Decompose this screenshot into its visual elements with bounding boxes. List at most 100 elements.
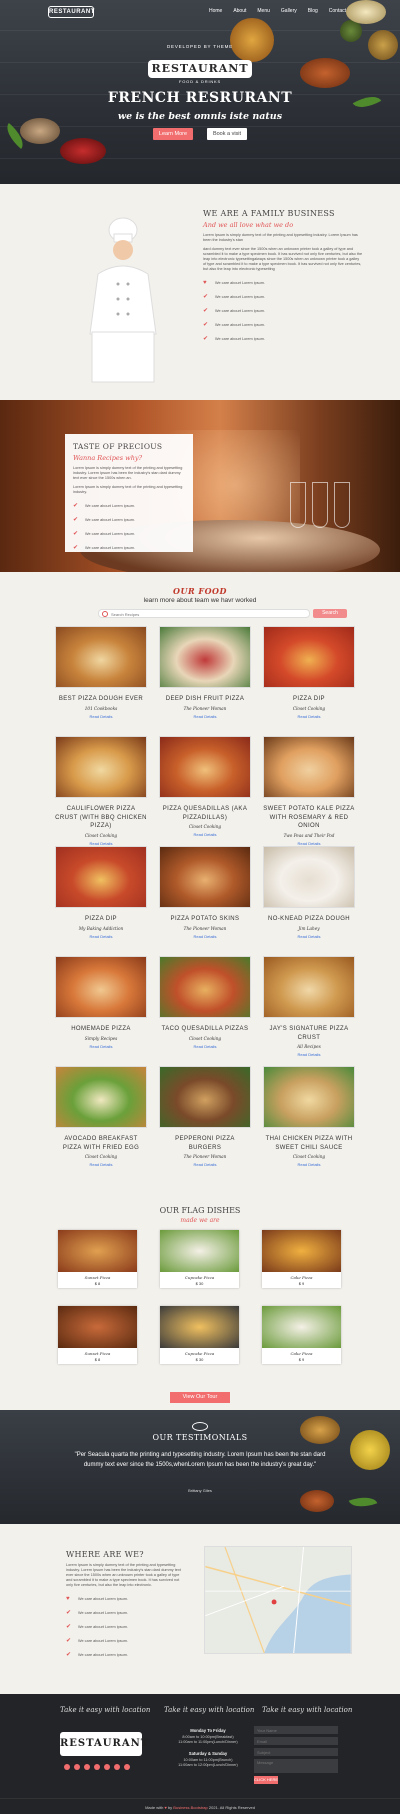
nav-link-home[interactable]: Home xyxy=(209,8,222,14)
food-image[interactable] xyxy=(159,846,251,908)
dish-image[interactable] xyxy=(58,1230,137,1272)
food-card[interactable]: AVOCADO BREAKFAST PIZZA WITH FRIED EGG Cl… xyxy=(55,1066,147,1167)
flag-dish-card[interactable]: Sunset Pizza $ 8 xyxy=(58,1306,137,1364)
read-details-link[interactable]: Read Details xyxy=(159,714,251,719)
read-details-link[interactable]: Read Details xyxy=(263,1052,355,1057)
food-name: JAY'S SIGNATURE PIZZA CRUST xyxy=(269,1026,349,1041)
flag-subtitle: made we are xyxy=(180,1217,220,1224)
read-details-link[interactable]: Read Details xyxy=(159,832,251,837)
dish-name: Sunset Pizza xyxy=(84,1275,111,1280)
food-image[interactable] xyxy=(55,1066,147,1128)
nav-link-blog[interactable]: Blog xyxy=(308,8,318,14)
search-input[interactable] xyxy=(111,611,301,617)
spice-bowl-image xyxy=(300,58,350,88)
thumbs-up-icon: ✔ xyxy=(203,335,209,342)
food-card[interactable]: CAULIFLOWER PIZZA CRUST (WITH BBQ CHICKE… xyxy=(55,736,147,846)
food-card[interactable]: HOMEMADE PIZZA Simply Recipes Read Details xyxy=(55,956,147,1049)
read-details-link[interactable]: Read Details xyxy=(55,934,147,939)
list-item: ✔ We care abourt Lorem ipsum. xyxy=(73,516,135,523)
read-details-link[interactable]: Read Details xyxy=(55,714,147,719)
food-card[interactable]: PIZZA DIP My Baking Addiction Read Details xyxy=(55,846,147,939)
list-item: ✔ We care abourt Lorem ipsum. xyxy=(66,1651,128,1658)
read-details-link[interactable]: Read Details xyxy=(263,841,355,846)
dish-price: $ 8 xyxy=(94,1357,101,1362)
food-image[interactable] xyxy=(55,956,147,1018)
food-image[interactable] xyxy=(159,626,251,688)
food-author: Closet Cooking xyxy=(188,1035,222,1041)
flag-dish-card[interactable]: Cake Pizza $ 9 xyxy=(262,1306,341,1364)
food-card[interactable]: DEEP DISH FRUIT PIZZA The Pioneer Woman Re… xyxy=(159,626,251,719)
nav-link-menu[interactable]: Menu xyxy=(257,8,270,14)
food-image[interactable] xyxy=(55,626,147,688)
search-button[interactable]: Search xyxy=(313,609,347,618)
food-image[interactable] xyxy=(55,736,147,798)
read-details-link[interactable]: Read Details xyxy=(263,1162,355,1167)
nav-link-gallery[interactable]: Gallery xyxy=(281,8,297,14)
family-para-1: Lorem Ipsum is simply dummy text of the … xyxy=(203,233,358,242)
dish-price: $ 8 xyxy=(94,1281,101,1286)
read-details-link[interactable]: Read Details xyxy=(263,934,355,939)
pinterest-icon[interactable] xyxy=(104,1764,110,1770)
flag-dish-card[interactable]: Cupcake Pizza $ 30 xyxy=(160,1230,239,1288)
google-plus-icon[interactable] xyxy=(84,1764,90,1770)
learn-more-button[interactable]: Learn More xyxy=(153,128,193,140)
dish-image[interactable] xyxy=(160,1306,239,1348)
logo[interactable]: RESTAURANT xyxy=(48,6,94,18)
food-card[interactable]: NO-KNEAD PIZZA DOUGH Jim Lahey Read Detail… xyxy=(263,846,355,939)
food-card[interactable]: PIZZA DIP Closet Cooking Read Details xyxy=(263,626,355,719)
read-details-link[interactable]: Read Details xyxy=(55,841,147,846)
food-image[interactable] xyxy=(159,1066,251,1128)
nav-link-contact[interactable]: Contact xyxy=(329,8,346,14)
read-details-link[interactable]: Read Details xyxy=(159,1162,251,1167)
footer-logo[interactable]: RESTAURANT xyxy=(60,1732,148,1756)
flag-dish-card[interactable]: Cake Pizza $ 9 xyxy=(262,1230,341,1288)
dish-image[interactable] xyxy=(262,1306,341,1348)
instagram-icon[interactable] xyxy=(124,1764,130,1770)
nav-link-about[interactable]: About xyxy=(233,8,246,14)
subject-field[interactable] xyxy=(254,1748,338,1756)
read-details-link[interactable]: Read Details xyxy=(55,1044,147,1049)
send-button[interactable]: CLICK HERE xyxy=(254,1776,278,1784)
food-card[interactable]: JAY'S SIGNATURE PIZZA CRUST All Recipes Re… xyxy=(263,956,355,1057)
food-image[interactable] xyxy=(55,846,147,908)
read-details-link[interactable]: Read Details xyxy=(55,1162,147,1167)
food-card[interactable]: PIZZA POTATO SKINS The Pioneer Woman Read … xyxy=(159,846,251,939)
food-card[interactable]: SWEET POTATO KALE PIZZA WITH ROSEMARY & … xyxy=(263,736,355,846)
food-image[interactable] xyxy=(159,956,251,1018)
dish-image[interactable] xyxy=(58,1306,137,1348)
facebook-icon[interactable] xyxy=(74,1764,80,1770)
dish-image[interactable] xyxy=(160,1230,239,1272)
food-author: Closet Cooking xyxy=(292,1154,326,1159)
dish-image[interactable] xyxy=(262,1230,341,1272)
view-tour-button[interactable]: View Our Tour xyxy=(170,1392,230,1403)
dribbble-icon[interactable] xyxy=(114,1764,120,1770)
message-field[interactable] xyxy=(254,1759,338,1773)
dish-name: Sunset Pizza xyxy=(84,1351,111,1356)
read-details-link[interactable]: Read Details xyxy=(159,934,251,939)
flag-dish-card[interactable]: Sunset Pizza $ 8 xyxy=(58,1230,137,1288)
food-card[interactable]: BEST PIZZA DOUGH EVER 101 Cookbooks Read D… xyxy=(55,626,147,719)
food-card[interactable]: PIZZA QUESADILLAS (AKA PIZZADILLAS) Close… xyxy=(159,736,251,837)
food-image[interactable] xyxy=(263,626,355,688)
name-field[interactable] xyxy=(254,1726,338,1734)
food-card[interactable]: PEPPERONI PIZZA BURGERS The Pioneer Woman… xyxy=(159,1066,251,1167)
food-image[interactable] xyxy=(159,736,251,798)
food-card[interactable]: TACO QUESADILLA PIZZAS Closet Cooking Read… xyxy=(159,956,251,1049)
read-details-link[interactable]: Read Details xyxy=(263,714,355,719)
dish-price: $ 9 xyxy=(298,1281,305,1286)
email-field[interactable] xyxy=(254,1737,338,1745)
food-image[interactable] xyxy=(263,846,355,908)
book-visit-button[interactable]: Book a visit xyxy=(207,128,247,140)
food-image[interactable] xyxy=(263,1066,355,1128)
flag-dish-card[interactable]: Cupcake Pizza $ 30 xyxy=(160,1306,239,1364)
read-details-link[interactable]: Read Details xyxy=(159,1044,251,1049)
food-image[interactable] xyxy=(263,956,355,1018)
location-map[interactable] xyxy=(204,1546,352,1654)
food-card[interactable]: THAI CHICKEN PIZZA WITH SWEET CHILI SAUC… xyxy=(263,1066,355,1167)
twitter-icon[interactable] xyxy=(64,1764,70,1770)
hero-tagline: we is the best omnis iste natus xyxy=(117,111,283,122)
linkedin-icon[interactable] xyxy=(94,1764,100,1770)
food-image[interactable] xyxy=(263,736,355,798)
brand-link[interactable]: Business.Bootstrap xyxy=(173,1805,207,1810)
thumbs-up-icon: ✔ xyxy=(73,530,79,537)
